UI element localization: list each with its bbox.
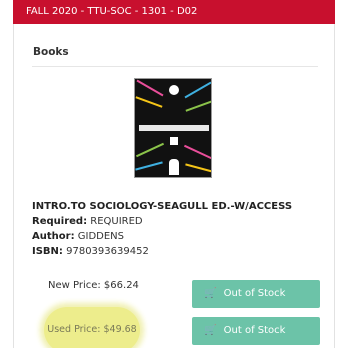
isbn-row: ISBN: 9780393639452	[32, 246, 149, 257]
required-value: REQUIRED	[90, 216, 143, 227]
new-price: New Price: $66.24	[48, 280, 139, 291]
required-row: Required: REQUIRED	[32, 216, 143, 227]
isbn-value: 9780393639452	[66, 246, 149, 257]
required-label: Required	[32, 216, 84, 227]
course-header: FALL 2020 - TTU-SOC - 1301 - D02	[13, 0, 335, 24]
book-card: Books INTRO.TO SOCIOLOGY-SEAGULL ED.-W/A…	[13, 24, 335, 348]
book-cover-image[interactable]	[134, 78, 212, 178]
isbn-label: ISBN	[32, 246, 59, 257]
new-stock-label: Out of Stock	[223, 288, 286, 299]
author-label: Author	[32, 231, 71, 242]
book-title: INTRO.TO SOCIOLOGY-SEAGULL ED.-W/ACCESS	[32, 201, 293, 212]
used-stock-label: Out of Stock	[223, 325, 286, 336]
author-value: GIDDENS	[77, 231, 124, 242]
course-title: FALL 2020 - TTU-SOC - 1301 - D02	[26, 6, 198, 17]
book-details: INTRO.TO SOCIOLOGY-SEAGULL ED.-W/ACCESS …	[32, 199, 292, 259]
used-out-of-stock-button[interactable]: 🛒 Out of Stock	[192, 317, 320, 345]
section-title: Books	[33, 46, 69, 58]
cart-icon: 🛒	[204, 288, 217, 299]
section-divider	[32, 66, 318, 67]
used-price: Used Price: $49.68	[44, 307, 140, 348]
author-row: Author: GIDDENS	[32, 231, 124, 242]
used-price-label: Used Price: $49.68	[47, 324, 137, 335]
new-out-of-stock-button[interactable]: 🛒 Out of Stock	[192, 280, 320, 308]
cart-icon: 🛒	[204, 325, 217, 336]
